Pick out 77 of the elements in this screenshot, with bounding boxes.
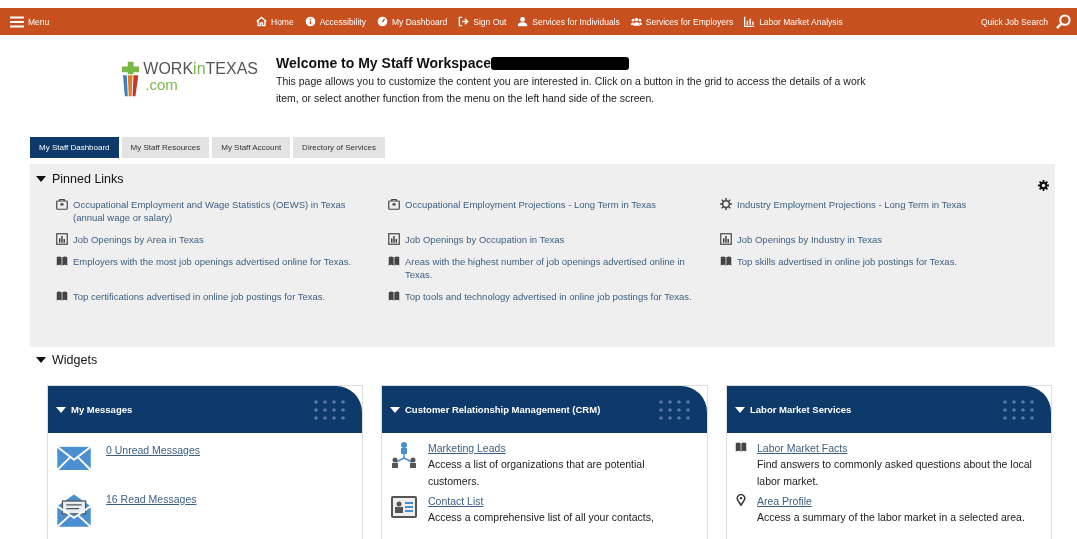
pinned-link[interactable]: Top certifications advertised in online job postings for Texas. xyxy=(56,290,361,303)
briefcase-icon xyxy=(56,198,68,210)
nav-link[interactable]: Services for Employers xyxy=(630,16,734,27)
book-icon xyxy=(388,255,400,267)
widget-link[interactable]: 0 Unread Messages xyxy=(106,443,200,458)
widget-link[interactable]: Contact List xyxy=(428,494,484,509)
search-icon[interactable] xyxy=(1056,14,1071,29)
map-pin-icon xyxy=(735,494,747,506)
chart-icon xyxy=(388,233,400,245)
menu-button[interactable]: Menu xyxy=(10,15,50,28)
person-icon xyxy=(517,16,529,27)
book-icon xyxy=(56,255,68,267)
briefcase-icon xyxy=(388,198,400,210)
nav-link[interactable]: Sign Out xyxy=(458,16,507,27)
pinned-link[interactable]: Top skills advertised in online job postings for Texas. xyxy=(720,255,1025,268)
pinned-link[interactable]: Top tools and technology advertised in online job postings for Texas. xyxy=(388,290,693,303)
menu-icon xyxy=(10,15,24,28)
widget-link[interactable]: 16 Read Messages xyxy=(106,492,197,507)
widget-description: Access a summary of the labor market in a selected area. xyxy=(757,510,1026,525)
section-title: Widgets xyxy=(52,353,98,367)
pinned-link[interactable]: Job Openings by Occupation in Texas xyxy=(388,233,693,246)
people-network-icon xyxy=(390,441,418,469)
widget-header: Customer Relationship Management (CRM) xyxy=(382,386,707,433)
pinned-link[interactable]: Occupational Employment and Wage Statistics (OEWS) in Texas (annual wage or salary) xyxy=(56,198,361,224)
chart-icon xyxy=(720,233,732,245)
sign-out-icon xyxy=(458,16,470,27)
page-title: Welcome to My Staff Workspace xyxy=(276,55,491,71)
nav-link[interactable]: Labor Market Analysis xyxy=(744,16,843,27)
nav-link[interactable]: Accessibility xyxy=(304,16,366,27)
widget-description: Find answers to commonly asked questions about the local labor market. xyxy=(757,457,1033,489)
widget-header: Labor Market Services xyxy=(727,386,1051,433)
open-envelope-icon xyxy=(56,492,92,528)
tab[interactable]: My Staff Account xyxy=(212,137,291,158)
pinned-link[interactable]: Job Openings by Area in Texas xyxy=(56,233,361,246)
widget-link[interactable]: Marketing Leads xyxy=(428,441,506,456)
book-icon xyxy=(388,290,400,302)
info-icon xyxy=(304,16,316,27)
drag-handle-icon[interactable] xyxy=(657,397,693,422)
pinned-link[interactable]: Industry Employment Projections - Long Term in Texas xyxy=(720,198,1025,211)
home-icon xyxy=(256,16,267,27)
caret-icon[interactable] xyxy=(36,355,46,365)
drag-handle-icon[interactable] xyxy=(1001,397,1037,422)
group-icon xyxy=(630,16,642,27)
settings-icon[interactable] xyxy=(1038,180,1049,191)
widget-header: My Messages xyxy=(48,386,362,433)
nav-link[interactable]: Services for Individuals xyxy=(517,16,620,27)
book-icon xyxy=(56,290,68,302)
gauge-icon xyxy=(377,16,388,27)
caret-icon[interactable] xyxy=(56,404,66,415)
book-icon xyxy=(735,441,747,453)
page-description: This page allows you to customize the content you are interested in. Click on a button in the grid to access the details of a work item, or select another function from the menu on the left hand side of the screen. xyxy=(276,74,867,106)
widget-link[interactable]: Area Profile xyxy=(757,494,812,509)
pinned-link[interactable]: Employers with the most job openings advertised online for Texas. xyxy=(56,255,361,268)
nav-link[interactable]: Home xyxy=(256,16,294,27)
nav-link[interactable]: My Dashboard xyxy=(377,16,448,27)
gear-icon xyxy=(720,198,732,210)
chart-icon xyxy=(56,233,68,245)
quick-job-search-link[interactable]: Quick Job Search xyxy=(980,16,1048,27)
logo-domain: .com xyxy=(144,77,179,93)
book-icon xyxy=(720,255,732,267)
section-title: Pinned Links xyxy=(52,172,124,186)
pinned-link[interactable]: Occupational Employment Projections - Long Term in Texas xyxy=(388,198,693,211)
tab[interactable]: My Staff Dashboard xyxy=(30,137,119,158)
tab[interactable]: Directory of Services xyxy=(293,137,385,158)
widget-description: Access a list of organizations that are potential customers. xyxy=(428,457,646,489)
caret-icon[interactable] xyxy=(390,404,400,415)
caret-icon[interactable] xyxy=(36,174,46,184)
caret-icon[interactable] xyxy=(735,404,745,415)
pinned-link[interactable]: Areas with the highest number of job openings advertised online in Texas. xyxy=(388,255,693,281)
logo-text: WORKinTEXAS xyxy=(143,61,258,77)
pinned-link[interactable]: Job Openings by Industry in Texas xyxy=(720,233,1025,246)
widget-description: Access a comprehensive list of all your contacts, xyxy=(428,510,655,525)
tab[interactable]: My Staff Resources xyxy=(121,137,210,158)
widget-link[interactable]: Labor Market Facts xyxy=(757,441,848,456)
logo-icon xyxy=(122,61,140,97)
drag-handle-icon[interactable] xyxy=(312,397,348,422)
chart-icon xyxy=(744,16,756,27)
